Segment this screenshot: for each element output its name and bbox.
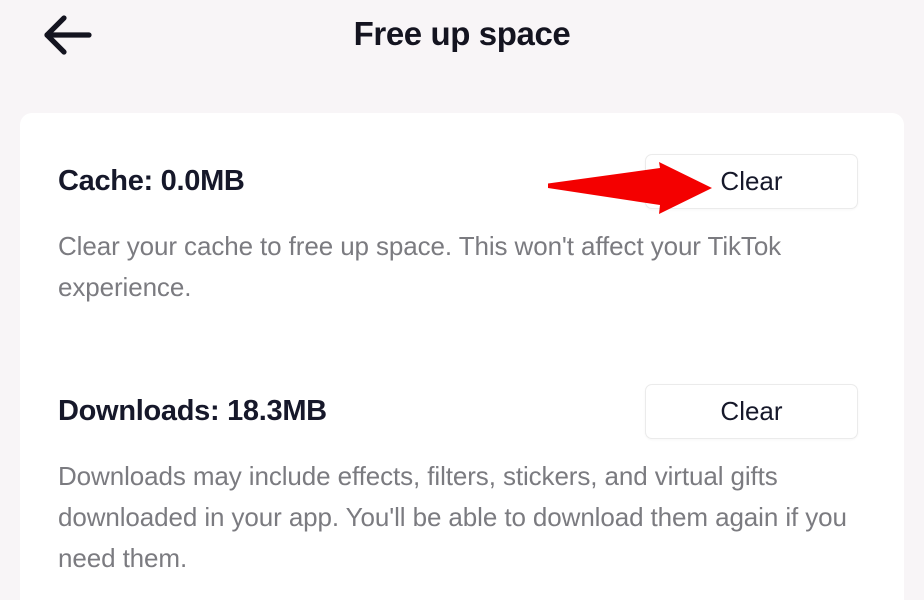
cache-section: Cache: 0.0MB Clear Clear your cache to f… [20,148,904,308]
downloads-label: Downloads: 18.3MB [58,395,327,427]
cache-label: Cache: 0.0MB [58,165,245,197]
cache-clear-button[interactable]: Clear [645,153,858,209]
downloads-clear-button[interactable]: Clear [645,383,858,439]
cache-description: Clear your cache to free up space. This … [58,231,782,302]
settings-card: Cache: 0.0MB Clear Clear your cache to f… [20,113,904,600]
downloads-description: Downloads may include effects, filters, … [58,461,847,573]
cache-row: Cache: 0.0MB Clear [20,148,904,214]
downloads-row: Downloads: 18.3MB Clear [20,378,904,444]
app-header: Free up space [0,0,924,113]
page-title: Free up space [353,15,571,52]
downloads-section: Downloads: 18.3MB Clear Downloads may in… [20,378,904,579]
free-up-space-screen: Free up space Cache: 0.0MB Clear Clear y… [0,0,924,600]
